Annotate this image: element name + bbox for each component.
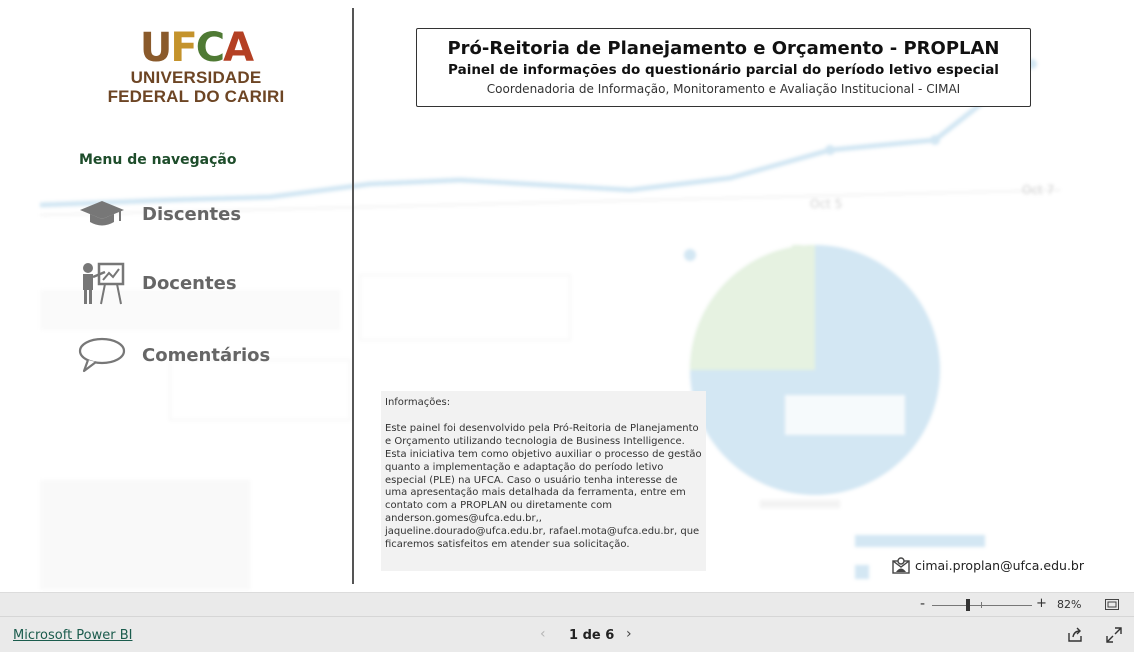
nav-item-discentes[interactable]: Discentes (78, 190, 241, 238)
zoom-bar: - + 82% (0, 592, 1134, 616)
logo-letter: C (195, 25, 225, 71)
nav-item-comentarios[interactable]: Comentários (78, 331, 270, 379)
logo-letter: A (223, 25, 254, 71)
graduation-cap-icon (78, 190, 126, 238)
page-subtitle: Painel de informações do questionário pa… (448, 62, 999, 78)
logo-mark: UFCA (104, 28, 288, 68)
zoom-out-button[interactable]: - (920, 596, 925, 612)
next-page-button[interactable]: › (626, 626, 632, 642)
nav-item-label: Comentários (142, 344, 271, 366)
logo-line-1: UNIVERSIDADE (130, 68, 262, 87)
contact-email-link[interactable]: cimai.proplan@ufca.edu.br (892, 556, 1084, 574)
zoom-slider-track[interactable] (932, 605, 1032, 606)
logo-line-2: FEDERAL DO CARIRI (107, 87, 285, 106)
zoom-level: 82% (1057, 598, 1082, 611)
power-bi-link[interactable]: Microsoft Power BI (13, 628, 132, 643)
teacher-board-icon (78, 259, 126, 307)
report-canvas: Oct 5 Oct 7 UFCA UNIVERSIDADE FEDERAL DO… (0, 0, 1134, 592)
previous-page-button[interactable]: ‹ (540, 626, 546, 642)
bg-axis-label: Oct 5 (810, 197, 842, 211)
page-title: Pró-Reitoria de Planejamento e Orçamento… (447, 38, 1000, 59)
nav-item-docentes[interactable]: Docentes (78, 259, 237, 307)
bg-axis-label: Oct 7 (1022, 183, 1054, 197)
logo-letter: F (170, 25, 197, 71)
contact-email: cimai.proplan@ufca.edu.br (915, 557, 1084, 573)
nav-heading: Menu de navegação (79, 152, 237, 168)
envelope-person-icon (892, 557, 910, 574)
zoom-slider-tick (981, 602, 982, 608)
fit-to-page-icon[interactable] (1105, 599, 1119, 610)
vertical-divider (352, 8, 354, 584)
page-indicator: 1 de 6 (569, 628, 615, 643)
ufca-logo: UFCA UNIVERSIDADE FEDERAL DO CARIRI (104, 28, 288, 106)
share-icon[interactable] (1067, 627, 1083, 643)
nav-item-label: Docentes (142, 272, 237, 294)
info-body: Este painel foi desenvolvido pela Pró-Re… (385, 422, 702, 551)
speech-bubble-icon (78, 331, 126, 379)
bottom-bar: Microsoft Power BI ‹ 1 de 6 › (0, 616, 1134, 652)
info-panel: Informações: Este painel foi desenvolvid… (381, 391, 706, 571)
report-header: Pró-Reitoria de Planejamento e Orçamento… (416, 28, 1031, 107)
zoom-in-button[interactable]: + (1036, 596, 1047, 611)
info-heading: Informações: (385, 397, 451, 408)
logo-letter: U (139, 25, 173, 71)
department-name: Coordenadoria de Informação, Monitoramen… (486, 82, 961, 96)
nav-item-label: Discentes (142, 203, 242, 225)
zoom-slider-thumb[interactable] (966, 599, 970, 611)
fullscreen-icon[interactable] (1106, 627, 1122, 643)
